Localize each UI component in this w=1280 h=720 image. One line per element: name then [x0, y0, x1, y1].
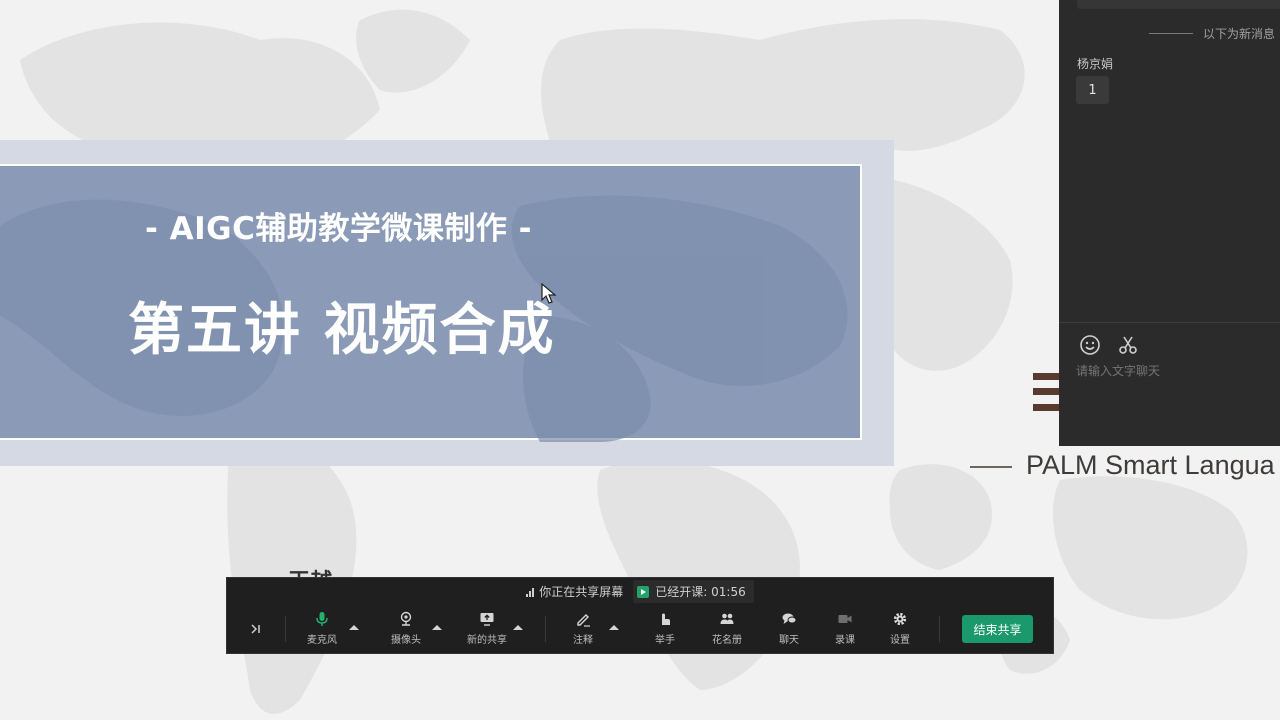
- toolbar-separator: [545, 616, 546, 642]
- divider-line: [1149, 33, 1193, 34]
- chat-icon: [780, 610, 798, 628]
- settings-label: 设置: [890, 635, 910, 646]
- roster-label: 花名册: [712, 635, 742, 646]
- roster-button[interactable]: 花名册: [702, 610, 752, 650]
- palm-tagline: PALM Smart Langua: [970, 450, 1275, 481]
- pen-icon: [574, 610, 592, 628]
- tagline-dash: [970, 465, 1012, 468]
- settings-button[interactable]: 设置: [875, 610, 925, 650]
- record-button[interactable]: 录课: [820, 610, 870, 650]
- microphone-icon: [313, 610, 331, 628]
- class-timer-text: 已经开课: 01:56: [655, 585, 746, 599]
- camera-label: 摄像头: [391, 635, 421, 646]
- slide-subtitle: - AIGC辅助教学微课制作 -: [145, 211, 533, 247]
- annotate-button[interactable]: 注释: [558, 610, 608, 650]
- share-toolbar: 你正在共享屏幕 已经开课: 01:56 麦克风 摄像头 新的共享 注释 举手 花…: [226, 577, 1054, 654]
- mouse-cursor-icon: [541, 283, 557, 304]
- raise-hand-label: 举手: [655, 635, 675, 646]
- chat-message-bubble: 1: [1076, 76, 1109, 104]
- chat-panel: 以下为新消息 杨京娟 1: [1059, 0, 1280, 446]
- roster-icon: [718, 610, 736, 628]
- partial-name-text: 王越: [288, 564, 332, 578]
- chat-label: 聊天: [779, 635, 799, 646]
- camera-icon: [397, 610, 415, 628]
- signal-icon: [526, 587, 535, 597]
- new-messages-divider: 以下为新消息: [1149, 25, 1275, 42]
- gear-icon: [891, 610, 909, 628]
- chat-input[interactable]: [1076, 364, 1266, 378]
- record-icon: [836, 610, 854, 628]
- chat-input-separator: [1059, 322, 1280, 323]
- chat-button[interactable]: 聊天: [764, 610, 814, 650]
- end-share-button[interactable]: 结束共享: [962, 615, 1033, 643]
- slide-title: 第五讲 视频合成: [128, 298, 556, 363]
- sharing-status: 你正在共享屏幕: [526, 583, 623, 600]
- chat-sender-name: 杨京娟: [1077, 57, 1114, 71]
- camera-options-caret[interactable]: [432, 625, 442, 630]
- toolbar-status-bar: 你正在共享屏幕 已经开课: 01:56: [227, 578, 1053, 605]
- share-screen-icon: [478, 610, 496, 628]
- toolbar-separator: [939, 616, 940, 642]
- chat-topbar: [1077, 0, 1280, 9]
- raise-hand-button[interactable]: 举手: [640, 610, 690, 650]
- new-share-label: 新的共享: [467, 635, 507, 646]
- emoji-icon[interactable]: [1078, 333, 1102, 357]
- new-messages-label: 以下为新消息: [1203, 27, 1276, 41]
- palm-text: PALM Smart Langua: [1026, 450, 1275, 480]
- share-options-caret[interactable]: [513, 625, 523, 630]
- new-share-button[interactable]: 新的共享: [462, 610, 512, 650]
- toolbar-separator: [285, 616, 286, 642]
- microphone-options-caret[interactable]: [349, 625, 359, 630]
- scissors-icon[interactable]: [1116, 333, 1140, 357]
- raise-hand-icon: [656, 610, 674, 628]
- class-live-icon: [637, 585, 650, 598]
- annotate-label: 注释: [573, 635, 593, 646]
- sharing-status-text: 你正在共享屏幕: [539, 585, 624, 599]
- record-label: 录课: [835, 635, 855, 646]
- microphone-button[interactable]: 麦克风: [297, 610, 347, 650]
- annotate-options-caret[interactable]: [609, 625, 619, 630]
- collapse-icon[interactable]: [249, 622, 263, 636]
- camera-button[interactable]: 摄像头: [381, 610, 431, 650]
- microphone-label: 麦克风: [307, 635, 337, 646]
- class-timer: 已经开课: 01:56: [633, 580, 754, 603]
